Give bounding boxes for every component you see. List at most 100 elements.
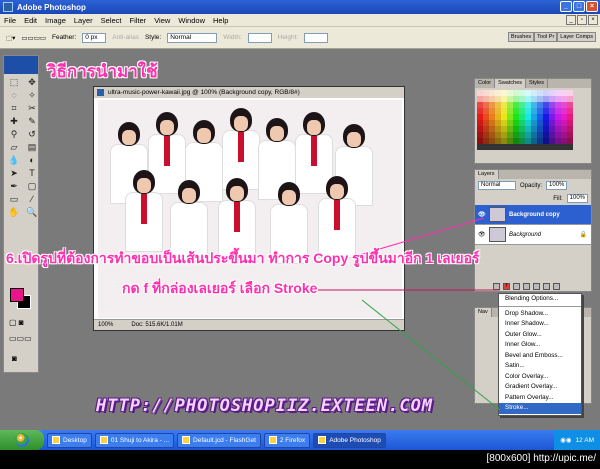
blend-mode-select[interactable]: Normal: [478, 181, 516, 190]
healing-brush-icon[interactable]: ✚: [6, 115, 22, 127]
menu-view[interactable]: View: [154, 16, 170, 25]
desktop-icon: [52, 436, 60, 444]
hand-icon[interactable]: ✋: [6, 206, 22, 218]
close-icon[interactable]: ×: [586, 1, 598, 12]
menu-layer[interactable]: Layer: [74, 16, 93, 25]
eraser-icon[interactable]: ▱: [6, 141, 22, 153]
document-title: ultra-music-power-kawaii.jpg @ 100% (Bac…: [94, 87, 404, 98]
menu-item-inner-glow[interactable]: Inner Glow...: [499, 340, 581, 351]
gradient-icon[interactable]: ▤: [24, 141, 40, 153]
type-icon[interactable]: T: [24, 167, 40, 179]
menu-item-outer-glow[interactable]: Outer Glow...: [499, 330, 581, 341]
taskbar-item-photoshop[interactable]: Adobe Photoshop: [313, 432, 386, 448]
tab-navigator[interactable]: Nav: [475, 308, 492, 317]
eyedropper-icon[interactable]: ⁄: [24, 193, 40, 205]
tray-icons[interactable]: ◉◉: [560, 436, 571, 444]
tab-layer-comps[interactable]: Layer Comps: [557, 32, 596, 42]
tab-color[interactable]: Color: [475, 79, 496, 88]
notes-icon[interactable]: ▭: [6, 193, 22, 205]
swatch-cell[interactable]: [567, 144, 573, 150]
taskbar-item-music[interactable]: 01 Shuji to Akira - ...: [94, 432, 175, 448]
width-input[interactable]: [247, 32, 272, 43]
taskbar-item-desktop[interactable]: Desktop: [47, 432, 92, 448]
menu-select[interactable]: Select: [101, 16, 122, 25]
menu-item-stroke[interactable]: Stroke...: [499, 403, 581, 414]
link-icon[interactable]: [493, 282, 500, 290]
menu-item-drop-shadow[interactable]: Drop Shadow...: [499, 309, 581, 320]
taskbar-item-firefox[interactable]: 2 Firefox: [263, 432, 311, 448]
path-selection-icon[interactable]: ➤: [6, 167, 22, 179]
move-icon[interactable]: ✥: [24, 76, 40, 88]
menu-item-satin[interactable]: Satin...: [499, 361, 581, 372]
menu-filter[interactable]: Filter: [130, 16, 147, 25]
marquee-tool-preset-icon[interactable]: ⬚▾: [6, 34, 15, 42]
new-layer-icon[interactable]: [543, 282, 550, 290]
shape-icon[interactable]: ▢: [24, 180, 40, 192]
menu-item-pattern-overlay[interactable]: Pattern Overlay...: [499, 393, 581, 404]
doc-minimize-icon[interactable]: _: [566, 15, 576, 25]
menu-edit[interactable]: Edit: [24, 16, 37, 25]
new-group-icon[interactable]: [533, 282, 540, 290]
task-label: Desktop: [63, 436, 87, 444]
layer-style-fx-icon[interactable]: f: [503, 282, 510, 290]
zoom-icon[interactable]: 🔍: [24, 206, 40, 218]
menu-item-blending-options[interactable]: Blending Options...: [499, 294, 581, 305]
fill-input[interactable]: 100%: [566, 194, 588, 203]
task-label: 01 Shuji to Akira - ...: [110, 436, 170, 444]
menu-help[interactable]: Help: [213, 16, 228, 25]
height-input[interactable]: [304, 32, 329, 43]
style-select[interactable]: Normal: [167, 32, 218, 43]
menu-window[interactable]: Window: [178, 16, 205, 25]
dodge-icon[interactable]: ◐: [24, 154, 40, 166]
slice-icon[interactable]: ✂: [24, 102, 40, 114]
menu-image[interactable]: Image: [45, 16, 66, 25]
brush-icon[interactable]: ✎: [24, 115, 40, 127]
doc-close-icon[interactable]: ×: [588, 15, 598, 25]
clone-stamp-icon[interactable]: ⚲: [6, 128, 22, 140]
maximize-icon[interactable]: □: [573, 1, 585, 12]
menu-separator: [499, 305, 581, 308]
feather-input[interactable]: 0 px: [82, 32, 107, 43]
tab-styles[interactable]: Styles: [526, 79, 548, 88]
eye-icon[interactable]: 👁: [478, 211, 486, 218]
antialias-checkbox[interactable]: Anti-alias: [112, 34, 139, 41]
crop-icon[interactable]: ⌗: [6, 102, 22, 114]
photoshop-icon: [318, 436, 327, 444]
menu-file[interactable]: File: [4, 16, 16, 25]
opacity-label: Opacity:: [520, 182, 543, 189]
marquee-icon[interactable]: ⬚: [6, 76, 22, 88]
blur-icon[interactable]: 💧: [6, 154, 22, 166]
tab-layers[interactable]: Layers: [475, 170, 499, 179]
tab-brushes[interactable]: Brushes: [507, 32, 535, 42]
swatches-palette: Color Swatches Styles: [474, 78, 592, 164]
pen-icon[interactable]: ✒: [6, 180, 22, 192]
lasso-icon[interactable]: ◌: [6, 89, 22, 101]
start-button[interactable]: [0, 430, 44, 450]
foreground-color-swatch[interactable]: [10, 288, 24, 302]
swatch-grid[interactable]: [475, 88, 591, 152]
layer-row-background[interactable]: 👁 Background 🔒: [475, 225, 591, 245]
history-brush-icon[interactable]: ↺: [24, 128, 40, 140]
menu-item-gradient-overlay[interactable]: Gradient Overlay...: [499, 382, 581, 393]
layer-mask-icon[interactable]: [513, 282, 520, 290]
doc-restore-icon[interactable]: ▫: [577, 15, 587, 25]
minimize-icon[interactable]: _: [560, 1, 572, 12]
adjustment-layer-icon[interactable]: [523, 282, 530, 290]
menu-item-bevel-emboss[interactable]: Bevel and Emboss...: [499, 351, 581, 362]
taskbar-item-flashget[interactable]: Default.jcd - FlashGet: [177, 432, 261, 448]
zoom-level[interactable]: 100%: [98, 320, 113, 330]
magic-wand-icon[interactable]: ✧: [24, 89, 40, 101]
menu-item-inner-shadow[interactable]: Inner Shadow...: [499, 319, 581, 330]
menu-item-color-overlay[interactable]: Color Overlay...: [499, 372, 581, 383]
layer-thumbnail: [489, 227, 506, 242]
eye-icon[interactable]: 👁: [478, 231, 486, 238]
layer-row-background-copy[interactable]: 👁 Background copy: [475, 205, 591, 225]
tab-swatches[interactable]: Swatches: [495, 79, 527, 88]
selection-mode-icons[interactable]: ▭▭▭▭: [21, 34, 46, 42]
tab-tool-presets[interactable]: Tool Pr: [534, 32, 558, 42]
trash-icon[interactable]: [553, 282, 560, 290]
quick-mask-icons[interactable]: ▢ ◙: [9, 318, 24, 327]
screen-mode-icons[interactable]: ▭▭▭: [9, 334, 32, 343]
imageready-icon[interactable]: ◙: [12, 354, 17, 363]
opacity-input[interactable]: 100%: [546, 181, 568, 190]
